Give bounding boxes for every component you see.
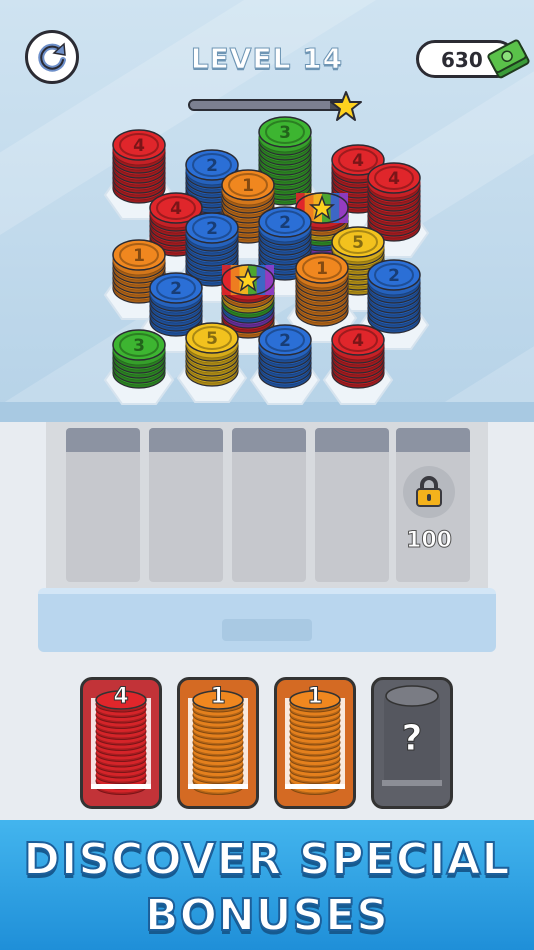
chip-stack[interactable]: 1 <box>295 252 349 327</box>
padlock-icon <box>416 476 442 507</box>
tray-slot-rim <box>396 428 470 452</box>
chip-stack[interactable]: 4 <box>367 162 421 242</box>
chip-number: 2 <box>388 266 400 286</box>
spawn-stack[interactable]: 1 <box>177 677 259 809</box>
tray-slot[interactable] <box>66 428 140 582</box>
spawn-stack-number: ? <box>401 718 423 760</box>
banner-line-1: DISCOVER SPECIAL <box>22 833 511 886</box>
hex-board: 4 3 4 2 4 1 4 2 2 5 1 1 2 2 5 3 2 4 <box>103 116 430 405</box>
chip-number: 4 <box>133 136 145 156</box>
tray-slot-rim <box>66 428 140 452</box>
chip-stack[interactable]: 4 <box>331 324 385 389</box>
unlock-slot-button[interactable] <box>403 466 455 518</box>
chip-number: 2 <box>279 213 291 233</box>
spawn-stack-number: 1 <box>307 684 323 710</box>
chip-number: 3 <box>279 123 291 143</box>
chip-number: 4 <box>352 151 364 171</box>
tray-slot[interactable] <box>232 428 306 582</box>
tray-slot-rim <box>315 428 389 452</box>
spawn-stack-number: 1 <box>210 684 226 710</box>
mystery-stack[interactable]: ? <box>371 677 453 809</box>
chip-number: 2 <box>206 156 218 176</box>
unlock-price: 100 <box>406 528 453 554</box>
chip-number: 1 <box>242 176 254 196</box>
chip-number: 4 <box>388 169 400 189</box>
chip-stack[interactable]: 5 <box>185 322 239 387</box>
tray-handle <box>222 619 312 641</box>
chip-stack[interactable]: 2 <box>258 324 312 389</box>
chip-number: 4 <box>170 199 182 219</box>
chip-stack[interactable]: 2 <box>367 259 421 334</box>
tray-slot-rim <box>232 428 306 452</box>
spawn-stack[interactable]: 1 <box>274 677 356 809</box>
chip-number: 1 <box>133 246 145 266</box>
chip-number: 1 <box>316 259 328 279</box>
chip-number: 2 <box>170 279 182 299</box>
promo-banner: DISCOVER SPECIAL BONUSES <box>0 820 534 950</box>
chip-number: 2 <box>279 331 291 351</box>
tray-slot[interactable] <box>149 428 223 582</box>
chip-number: 5 <box>206 329 218 349</box>
chip-number: 4 <box>352 331 364 351</box>
spawn-stack-number: 4 <box>113 684 129 710</box>
banner-line-2: BONUSES <box>144 889 389 942</box>
chip-number: 5 <box>352 233 364 253</box>
tray-slot-rim <box>149 428 223 452</box>
chip-number: 2 <box>206 219 218 239</box>
spawn-stack[interactable]: 4 <box>80 677 162 809</box>
chip-number: 3 <box>133 336 145 356</box>
tray-slot[interactable] <box>315 428 389 582</box>
chip-stack[interactable]: 3 <box>112 329 166 389</box>
chip-stack[interactable]: 4 <box>112 129 166 204</box>
